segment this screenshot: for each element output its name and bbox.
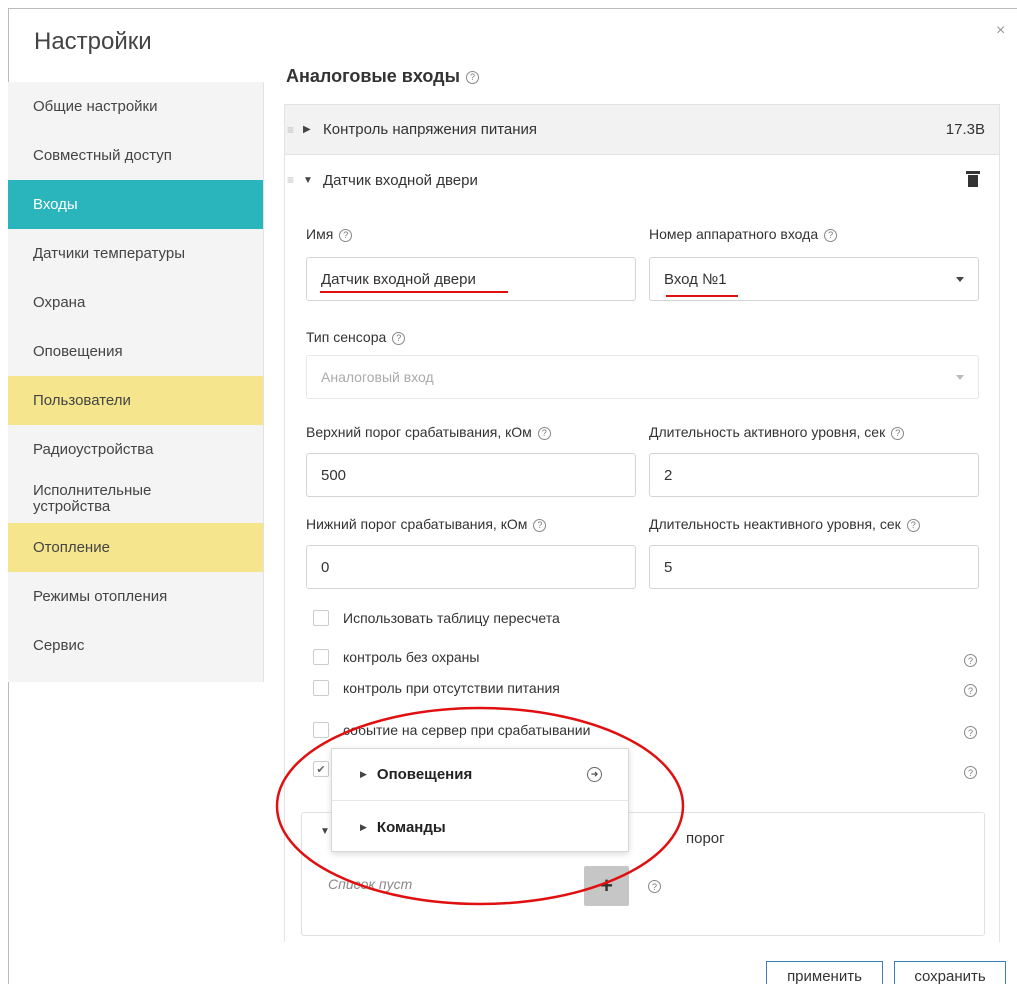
checkbox-row[interactable]: контроль при отсутствии питания [313,677,560,699]
page-title-text: Аналоговые входы [286,66,460,86]
inactive-duration-input[interactable]: 5 [649,545,979,589]
help-icon[interactable]: ? [964,684,977,697]
add-button[interactable]: + [584,866,629,906]
sidebar-item-service[interactable]: Сервис [8,621,263,670]
upper-threshold-label: Верхний порог срабатывания, кОм? [306,424,551,440]
arrow-circle-icon[interactable]: ➜ [587,767,602,782]
sidebar-item-users[interactable]: Пользователи [8,376,263,425]
sidebar: Общие настройки Совместный доступ Входы … [8,82,264,682]
checkbox-row[interactable]: событие на сервер при срабатывании [313,719,590,741]
subpanel-title: порог [686,830,725,847]
trash-icon[interactable] [966,171,980,187]
caret-right-icon: ▶ [360,769,367,779]
inactive-duration-label: Длительность неактивного уровня, сек? [649,516,920,532]
name-label: Имя? [306,226,353,242]
sensor-type-select: Аналоговый вход [306,355,979,399]
checkbox[interactable] [313,722,329,738]
close-icon[interactable]: × [996,22,1005,40]
sidebar-item-heating-modes[interactable]: Режимы отопления [8,572,263,621]
sidebar-item-actuators[interactable]: Исполнительные устройства [8,474,263,523]
page-title: Аналоговые входы? [286,66,479,87]
save-button[interactable]: сохранить [894,961,1006,984]
help-icon[interactable]: ? [465,70,479,84]
name-input[interactable]: Датчик входной двери [306,257,636,301]
drag-handle-icon[interactable]: ≡ [285,123,303,137]
dropdown-menu: ▶ Оповещения ➜ ▶ Команды [331,748,629,852]
caret-right-icon: ▶ [360,821,367,832]
hw-input-label: Номер аппаратного входа? [649,226,838,242]
menu-item-commands[interactable]: ▶ Команды [332,801,628,853]
sidebar-item-temp-sensors[interactable]: Датчики температуры [8,229,263,278]
active-duration-input[interactable]: 2 [649,453,979,497]
help-icon[interactable]: ? [392,331,406,345]
help-icon[interactable]: ? [964,766,977,779]
checkbox-row[interactable]: контроль без охраны [313,646,479,668]
sidebar-item-shared-access[interactable]: Совместный доступ [8,131,263,180]
row-label: Датчик входной двери [323,171,478,189]
checkbox[interactable] [313,610,329,626]
annotation-underline [320,291,508,293]
row-door-sensor[interactable]: ≡ ▼ Датчик входной двери [285,155,999,205]
caret-right-icon[interactable]: ▶ [303,124,323,135]
sensor-type-label: Тип сенсора? [306,329,406,345]
help-icon[interactable]: ? [964,726,977,739]
checkbox[interactable] [313,649,329,665]
caret-down-icon[interactable]: ▼ [320,826,330,837]
row-label: Контроль напряжения питания [323,121,538,138]
chevron-down-icon [956,375,964,380]
help-icon[interactable]: ? [648,880,661,893]
sidebar-item-label: Исполнительные устройства [33,481,152,515]
active-duration-label: Длительность активного уровня, сек? [649,424,905,440]
help-icon[interactable]: ? [533,518,547,532]
sidebar-item-notifications[interactable]: Оповещения [8,327,263,376]
help-icon[interactable]: ? [906,518,920,532]
checkbox-checked[interactable]: ✔ [313,761,329,777]
lower-threshold-label: Нижний порог срабатывания, кОм? [306,516,547,532]
sidebar-item-radio-devices[interactable]: Радиоустройства [8,425,263,474]
chevron-down-icon [956,277,964,282]
upper-threshold-input[interactable]: 500 [306,453,636,497]
sidebar-item-inputs[interactable]: Входы [8,180,263,229]
caret-down-icon[interactable]: ▼ [303,175,323,186]
dialog-title: Настройки [34,28,152,55]
row-value: 17.3В [945,121,985,138]
help-icon[interactable]: ? [339,228,353,242]
menu-item-notifications[interactable]: ▶ Оповещения ➜ [332,749,628,801]
checkbox[interactable] [313,680,329,696]
help-icon[interactable]: ? [891,426,905,440]
annotation-underline [666,295,738,297]
row-voltage-control[interactable]: ≡ ▶ Контроль напряжения питания 17.3В [285,105,999,155]
sidebar-item-heating[interactable]: Отопление [8,523,263,572]
sidebar-item-security[interactable]: Охрана [8,278,263,327]
sidebar-item-general[interactable]: Общие настройки [8,82,263,131]
help-icon[interactable]: ? [824,228,838,242]
checkbox-row[interactable]: Использовать таблицу пересчета [313,607,560,629]
empty-list-text: Список пуст [328,876,413,892]
lower-threshold-input[interactable]: 0 [306,545,636,589]
help-icon[interactable]: ? [537,426,551,440]
help-icon[interactable]: ? [964,654,977,667]
apply-button[interactable]: применить [766,961,883,984]
drag-handle-icon[interactable]: ≡ [285,173,303,187]
